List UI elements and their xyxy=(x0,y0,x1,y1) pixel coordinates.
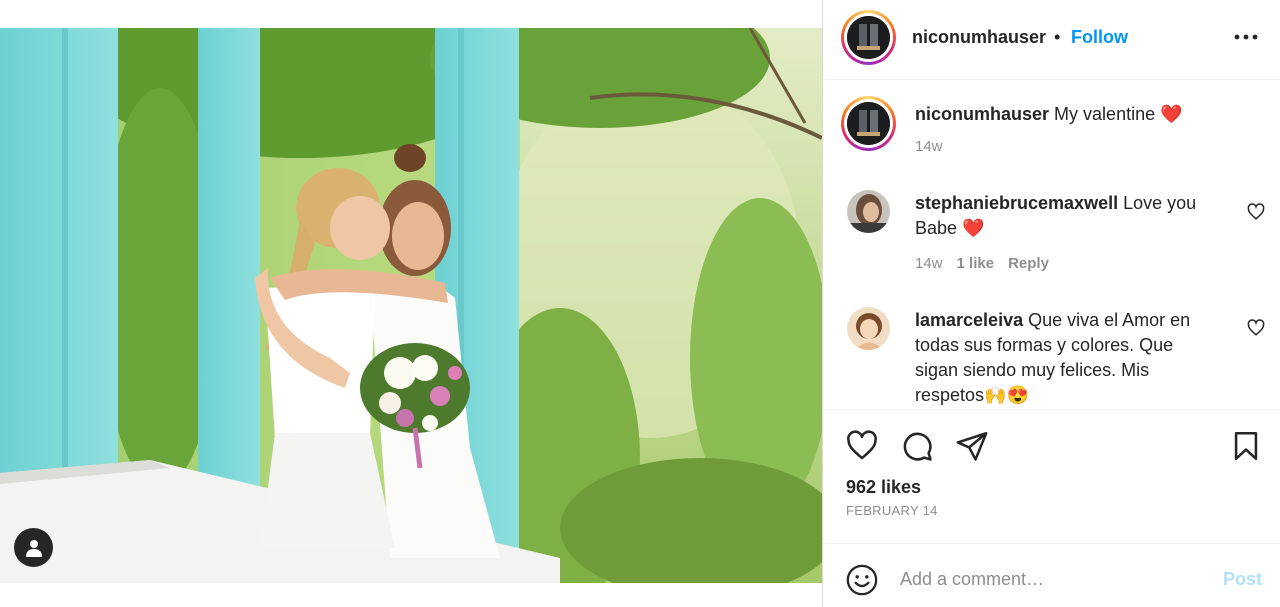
heart-outline-icon xyxy=(1247,319,1265,336)
post-header: niconumhauser • Follow xyxy=(823,0,1280,80)
share-button[interactable] xyxy=(955,429,989,463)
comment-username[interactable]: stephaniebrucemaxwell xyxy=(915,193,1118,213)
add-comment-bar: Post xyxy=(823,543,1280,607)
bookmark-icon xyxy=(1234,431,1258,461)
photo-area xyxy=(0,0,822,607)
heart-outline-icon xyxy=(1247,203,1265,220)
emoji-picker-button[interactable] xyxy=(845,563,879,597)
comment: lamarceleiva Que viva el Amor en todas s… xyxy=(915,308,1215,408)
comment-emoji: ❤️ xyxy=(962,218,985,238)
caption-meta: 14w xyxy=(915,138,943,155)
comments-list[interactable]: niconumhauser My valentine ❤️ 14w stepha… xyxy=(823,81,1280,408)
author-avatar[interactable] xyxy=(841,10,896,65)
comment-username[interactable]: lamarceleiva xyxy=(915,310,1023,330)
like-comment-button[interactable] xyxy=(1247,203,1265,221)
heart-outline-icon xyxy=(847,430,877,460)
wedding-photo-illustration xyxy=(0,28,822,583)
author-username[interactable]: niconumhauser xyxy=(912,27,1046,48)
post-photo[interactable] xyxy=(0,28,822,583)
avatar-image xyxy=(847,16,890,59)
comment-meta: 14w 1 like Reply xyxy=(915,255,1049,272)
commenter-avatar[interactable] xyxy=(847,307,890,350)
caption-author-avatar[interactable] xyxy=(841,96,896,151)
post-actions: 962 likes FEBRUARY 14 xyxy=(823,409,1280,543)
avatar-image xyxy=(847,102,890,145)
like-comment-button[interactable] xyxy=(1247,319,1265,337)
caption-emoji: ❤️ xyxy=(1160,104,1183,124)
comment-button[interactable] xyxy=(900,429,934,463)
reply-button[interactable]: Reply xyxy=(1008,255,1049,272)
likes-count[interactable]: 962 likes xyxy=(846,477,921,498)
caption-username[interactable]: niconumhauser xyxy=(915,104,1049,124)
header-separator: • xyxy=(1054,27,1061,47)
follow-button[interactable]: Follow xyxy=(1071,27,1128,48)
commenter-avatar[interactable] xyxy=(847,190,890,233)
avatar-image xyxy=(847,190,890,233)
comment: stephaniebrucemaxwell Love you Babe ❤️ xyxy=(915,191,1215,241)
avatar-image xyxy=(847,307,890,350)
user-icon xyxy=(25,539,42,557)
caption-age[interactable]: 14w xyxy=(915,138,943,155)
more-options-button[interactable] xyxy=(1229,22,1263,52)
save-button[interactable] xyxy=(1229,429,1263,463)
tagged-people-button[interactable] xyxy=(14,528,53,567)
comment-age[interactable]: 14w xyxy=(915,255,943,272)
post-comment-button[interactable]: Post xyxy=(1223,569,1262,590)
caption-text: My valentine xyxy=(1054,104,1156,124)
smiley-icon xyxy=(846,564,878,596)
post-date[interactable]: FEBRUARY 14 xyxy=(846,503,938,518)
caption: niconumhauser My valentine ❤️ xyxy=(915,102,1245,127)
post-side-panel: niconumhauser • Follow niconumhauser My … xyxy=(822,0,1280,607)
comment-input[interactable] xyxy=(900,566,1210,592)
comment-emoji: 🙌😍 xyxy=(984,385,1029,405)
comment-likes[interactable]: 1 like xyxy=(957,255,995,272)
comment-bubble-icon xyxy=(903,432,932,461)
paper-plane-icon xyxy=(956,431,988,461)
more-options-icon xyxy=(1234,34,1258,40)
like-button[interactable] xyxy=(845,429,879,463)
